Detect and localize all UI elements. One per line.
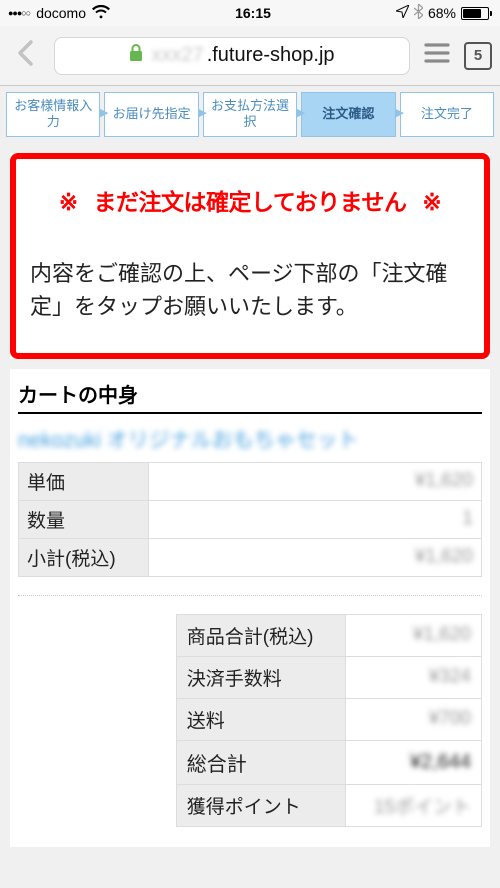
location-icon [396, 5, 409, 21]
browser-nav: xxx27 .future-shop.jp 5 [0, 26, 500, 86]
carrier-label: docomo [36, 5, 86, 21]
step-complete: 注文完了 [400, 92, 494, 137]
table-row: 商品合計(税込)¥1,620 [176, 614, 481, 656]
table-row: 獲得ポイント15ポイント [176, 784, 481, 826]
notice-symbol-right: ※ [422, 189, 441, 215]
table-row: 単価¥1,620 [19, 462, 482, 500]
table-row: 小計(税込)¥1,620 [19, 538, 482, 576]
table-row: 数量1 [19, 500, 482, 538]
notice-symbol-left: ※ [59, 189, 78, 215]
item-table: 単価¥1,620 数量1 小計(税込)¥1,620 [18, 462, 482, 577]
step-confirm[interactable]: 注文確認▶ [301, 92, 395, 137]
clock: 16:15 [235, 5, 271, 21]
wifi-icon [92, 5, 110, 22]
lock-icon [129, 44, 143, 68]
menu-button[interactable] [420, 42, 454, 69]
battery-icon [461, 7, 492, 20]
step-payment[interactable]: お支払方法選択▶ [203, 92, 297, 137]
table-row: 決済手数料¥324 [176, 656, 481, 698]
step-customer-info[interactable]: お客様情報入力▶ [6, 92, 100, 137]
product-name[interactable]: nekozuki オリジナルおもちゃセット [18, 424, 482, 454]
status-bar: ●●●○○ docomo 16:15 68% [0, 0, 500, 26]
order-not-final-notice: ※ まだ注文は確定しておりません ※ 内容をご確認の上、ページ下部の「注文確定」… [10, 153, 490, 359]
cart-section: カートの中身 nekozuki オリジナルおもちゃセット 単価¥1,620 数量… [10, 369, 490, 847]
notice-body-text: 内容をご確認の上、ページ下部の「注文確定」をタップお願いいたします。 [30, 257, 470, 323]
signal-dots: ●●●○○ [8, 8, 30, 18]
back-button[interactable] [8, 39, 44, 72]
step-delivery[interactable]: お届け先指定▶ [104, 92, 198, 137]
bluetooth-icon [414, 4, 423, 22]
separator [18, 595, 482, 596]
tab-count: 5 [474, 47, 482, 64]
url-text: .future-shop.jp [207, 44, 335, 67]
tabs-button[interactable]: 5 [464, 42, 492, 70]
address-bar[interactable]: xxx27 .future-shop.jp [54, 37, 410, 75]
url-subdomain: xxx27 [151, 44, 203, 67]
notice-title-text: まだ注文は確定しておりません [94, 189, 407, 215]
battery-percent: 68% [428, 5, 456, 21]
table-row: 送料¥700 [176, 698, 481, 740]
cart-heading: カートの中身 [18, 379, 482, 414]
table-row-grand-total: 総合計¥2,644 [176, 740, 481, 784]
checkout-steps: お客様情報入力▶ お届け先指定▶ お支払方法選択▶ 注文確認▶ 注文完了 [0, 86, 500, 147]
totals-table: 商品合計(税込)¥1,620 決済手数料¥324 送料¥700 総合計¥2,64… [176, 614, 482, 827]
